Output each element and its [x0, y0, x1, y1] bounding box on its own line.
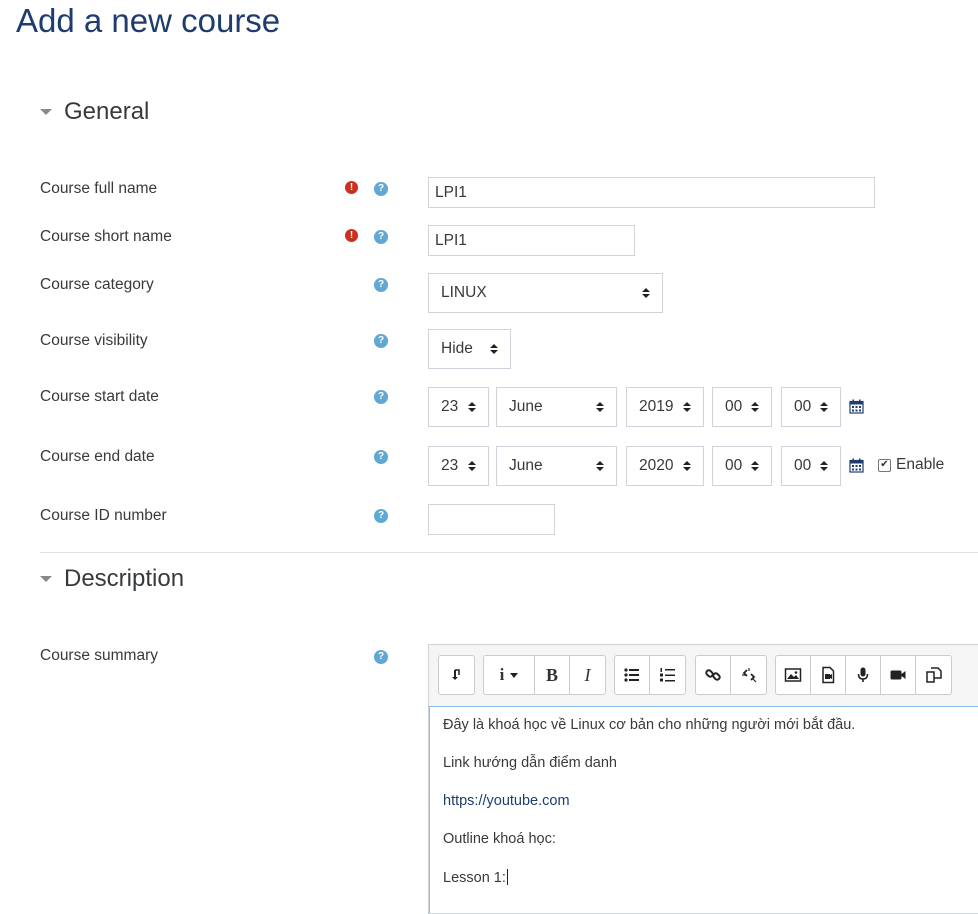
select-arrows-icon [596, 402, 604, 412]
end-minute-select[interactable]: 00 [781, 446, 841, 486]
start-date-label: Course start date [40, 388, 159, 405]
select-arrows-icon [751, 461, 759, 471]
select-arrows-icon [468, 461, 476, 471]
manage-files-icon[interactable] [916, 656, 951, 694]
start-year-value: 2019 [639, 398, 674, 415]
help-icon[interactable]: ? [374, 278, 388, 292]
section-general-toggle[interactable]: General [40, 97, 149, 127]
select-arrows-icon [683, 402, 691, 412]
visibility-label: Course visibility [40, 332, 148, 349]
end-month-select[interactable]: June [496, 446, 617, 486]
start-month-select[interactable]: June [496, 387, 617, 427]
start-hour-value: 00 [725, 398, 743, 415]
summary-paragraph: Đây là khoá học về Linux cơ bản cho nhữn… [443, 717, 856, 733]
collapse-caret-icon [40, 576, 52, 582]
help-icon[interactable]: ? [374, 230, 388, 244]
end-date-label: Course end date [40, 448, 155, 465]
summary-last-text: Lesson 1: [443, 870, 506, 886]
toolbar-group-more [438, 655, 475, 695]
editor-content-area[interactable]: Đây là khoá học về Linux cơ bản cho nhữn… [429, 706, 978, 913]
full-name-label: Course full name [40, 180, 158, 197]
paragraph-styles-icon[interactable]: i [484, 656, 535, 694]
start-minute-select[interactable]: 00 [781, 387, 841, 427]
collapse-caret-icon [40, 109, 52, 115]
end-year-select[interactable]: 2020 [626, 446, 704, 486]
image-icon[interactable] [776, 656, 811, 694]
summary-link[interactable]: https://youtube.com [443, 793, 570, 809]
enable-label: Enable [896, 456, 945, 473]
summary-paragraph: Outline khoá học: [443, 831, 556, 847]
select-arrows-icon [751, 402, 759, 412]
select-arrows-icon [490, 344, 498, 354]
help-icon[interactable]: ? [374, 334, 388, 348]
section-general-title: General [64, 98, 150, 125]
section-description-title: Description [64, 565, 185, 592]
calendar-icon[interactable] [849, 458, 864, 473]
start-year-select[interactable]: 2019 [626, 387, 704, 427]
start-day-value: 23 [441, 398, 459, 415]
toolbar-group-links [695, 655, 767, 695]
toolbar-group-lists [614, 655, 686, 695]
end-date-enable[interactable]: ✔ Enable [878, 456, 944, 474]
select-arrows-icon [596, 461, 604, 471]
ordered-list-icon[interactable] [650, 656, 685, 694]
toolbar-group-format: i B I [483, 655, 606, 695]
start-month-value: June [509, 398, 543, 415]
category-value: LINUX [441, 284, 487, 301]
select-arrows-icon [820, 402, 828, 412]
link-icon[interactable] [696, 656, 731, 694]
media-icon[interactable] [811, 656, 846, 694]
id-number-label: Course ID number [40, 507, 167, 524]
help-icon[interactable]: ? [374, 509, 388, 523]
short-name-label: Course short name [40, 228, 172, 245]
summary-label: Course summary [40, 647, 158, 664]
section-divider [40, 552, 978, 553]
select-arrows-icon [820, 461, 828, 471]
start-minute-value: 00 [794, 398, 812, 415]
end-day-value: 23 [441, 457, 459, 474]
summary-paragraph: Link hướng dẫn điểm danh [443, 755, 617, 771]
help-icon[interactable]: ? [374, 650, 388, 664]
page-title: Add a new course [16, 2, 281, 39]
summary-paragraph-last: Lesson 1: [443, 869, 508, 886]
calendar-icon[interactable] [849, 399, 864, 414]
help-icon[interactable]: ? [374, 390, 388, 404]
select-arrows-icon [468, 402, 476, 412]
required-icon[interactable]: ! [345, 181, 358, 194]
bold-icon[interactable]: B [535, 656, 570, 694]
record-audio-icon[interactable] [846, 656, 881, 694]
visibility-value: Hide [441, 340, 473, 357]
text-cursor [506, 869, 508, 885]
start-day-select[interactable]: 23 [428, 387, 489, 427]
visibility-select[interactable]: Hide [428, 329, 511, 369]
italic-icon[interactable]: I [570, 656, 605, 694]
help-icon[interactable]: ? [374, 450, 388, 464]
unordered-list-icon[interactable] [615, 656, 650, 694]
record-video-icon[interactable] [881, 656, 916, 694]
end-hour-value: 00 [725, 457, 743, 474]
start-hour-select[interactable]: 00 [712, 387, 772, 427]
end-month-value: June [509, 457, 543, 474]
category-label: Course category [40, 276, 154, 293]
show-more-icon[interactable] [439, 656, 474, 694]
required-icon[interactable]: ! [345, 229, 358, 242]
help-icon[interactable]: ? [374, 182, 388, 196]
enable-checkbox[interactable]: ✔ [878, 458, 891, 472]
end-year-value: 2020 [639, 457, 674, 474]
full-name-input[interactable]: LPI1 [428, 177, 875, 208]
select-arrows-icon [642, 288, 650, 298]
summary-editor[interactable]: i B I Đây là khoá học về Linux cơ bản ch… [428, 644, 978, 914]
end-minute-value: 00 [794, 457, 812, 474]
short-name-input[interactable]: LPI1 [428, 225, 635, 256]
unlink-icon[interactable] [731, 656, 766, 694]
end-day-select[interactable]: 23 [428, 446, 489, 486]
toolbar-group-media [775, 655, 952, 695]
id-number-input[interactable] [428, 504, 555, 535]
end-hour-select[interactable]: 00 [712, 446, 772, 486]
editor-toolbar: i B I [429, 645, 978, 706]
select-arrows-icon [683, 461, 691, 471]
category-select[interactable]: LINUX [428, 273, 663, 313]
section-description-toggle[interactable]: Description [40, 564, 184, 594]
